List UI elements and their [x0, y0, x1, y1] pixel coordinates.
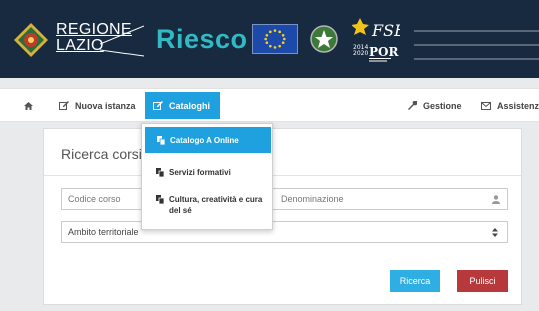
italian-republic-emblem-icon — [310, 25, 338, 53]
menu-item-servizi-formativi[interactable]: Servizi formativi — [142, 167, 272, 178]
menu-item-cultura-creativita[interactable]: Cultura, creatività e cura del sé — [142, 194, 272, 216]
nav-nuova-istanza[interactable]: Nuova istanza — [59, 89, 136, 122]
ambito-territoriale-value: Ambito territoriale — [68, 227, 139, 237]
eu-flag-icon — [252, 24, 298, 54]
copy-icon — [157, 136, 165, 145]
header-banner: REGIONE LAZIO Riesco FSE 2014 2020 POR — [0, 0, 539, 78]
copy-icon — [156, 195, 164, 204]
por-years-bottom: 2020 — [353, 50, 368, 57]
nav-cataloghi-label: Cataloghi — [169, 100, 211, 111]
denominazione-placeholder: Denominazione — [281, 194, 344, 204]
envelope-icon — [481, 101, 491, 110]
select-arrows-icon — [492, 227, 498, 237]
menu-item-label: Servizi formativi — [169, 168, 231, 177]
brand-swoosh-icon — [100, 25, 144, 57]
nav-assistenza[interactable]: Assistenza — [481, 89, 539, 122]
cataloghi-dropdown-menu: Catalogo A Online Servizi formativi Cult… — [141, 123, 273, 230]
menu-item-label: Catalogo A Online — [170, 136, 239, 145]
user-icon — [492, 195, 500, 204]
edit-icon — [59, 101, 69, 110]
edit-icon — [153, 101, 163, 110]
main-navbar: Nuova istanza Cataloghi Gestione Assiste… — [0, 88, 539, 122]
nav-assistenza-label: Assistenza — [497, 100, 539, 111]
ricerca-button[interactable]: Ricerca — [390, 270, 440, 292]
ambito-territoriale-select[interactable]: Ambito territoriale — [61, 221, 508, 243]
regione-lazio-emblem-icon — [14, 23, 48, 57]
home-icon — [24, 101, 33, 110]
nav-gestione-label: Gestione — [423, 100, 462, 111]
search-panel: Ricerca corsi di Codice corso Denominazi… — [43, 128, 522, 305]
nav-home[interactable] — [24, 89, 39, 122]
menu-item-catalogo-a-online[interactable]: Catalogo A Online — [145, 127, 271, 153]
nav-cataloghi[interactable]: Cataloghi — [145, 92, 221, 119]
codice-corso-placeholder: Codice corso — [68, 194, 121, 204]
por-fse-logo-icon: FSE 2014 2020 POR — [352, 18, 400, 62]
pulisci-button[interactable]: Pulisci — [457, 270, 508, 292]
denominazione-input[interactable]: Denominazione — [244, 188, 508, 210]
nav-nuova-istanza-label: Nuova istanza — [75, 100, 136, 111]
copy-icon — [156, 168, 164, 177]
fse-text: FSE — [371, 21, 400, 40]
header-decorative-lines — [414, 30, 539, 60]
nav-gestione[interactable]: Gestione — [408, 89, 462, 122]
por-text: POR — [369, 45, 399, 59]
menu-item-label: Cultura, creatività e cura del sé — [169, 195, 263, 215]
wrench-icon — [408, 101, 417, 110]
divider — [44, 175, 521, 176]
product-logo: Riesco — [156, 24, 248, 54]
